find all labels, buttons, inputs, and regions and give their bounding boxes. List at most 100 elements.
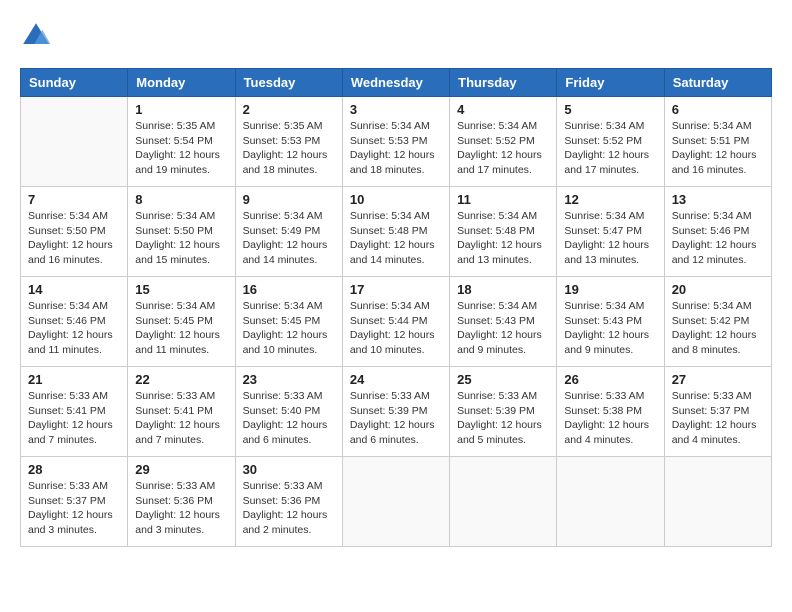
day-number: 10: [350, 192, 442, 207]
calendar-week-4: 28Sunrise: 5:33 AMSunset: 5:37 PMDayligh…: [21, 457, 772, 547]
day-number: 3: [350, 102, 442, 117]
day-info: Sunrise: 5:35 AMSunset: 5:54 PMDaylight:…: [135, 119, 227, 178]
day-number: 5: [564, 102, 656, 117]
day-info: Sunrise: 5:34 AMSunset: 5:46 PMDaylight:…: [28, 299, 120, 358]
column-header-friday: Friday: [557, 69, 664, 97]
calendar-cell: 16 Sunrise: 5:34 AMSunset: 5:45 PMDayligh…: [235, 277, 342, 367]
calendar-body: 1 Sunrise: 5:35 AMSunset: 5:54 PMDaylight…: [21, 97, 772, 547]
day-info: Sunrise: 5:34 AMSunset: 5:51 PMDaylight:…: [672, 119, 764, 178]
day-info: Sunrise: 5:33 AMSunset: 5:38 PMDaylight:…: [564, 389, 656, 448]
column-header-sunday: Sunday: [21, 69, 128, 97]
day-info: Sunrise: 5:34 AMSunset: 5:47 PMDaylight:…: [564, 209, 656, 268]
day-info: Sunrise: 5:33 AMSunset: 5:39 PMDaylight:…: [457, 389, 549, 448]
calendar-cell: 9 Sunrise: 5:34 AMSunset: 5:49 PMDaylight…: [235, 187, 342, 277]
calendar-cell: 7Sunrise: 5:34 AMSunset: 5:50 PMDaylight…: [21, 187, 128, 277]
day-number: 20: [672, 282, 764, 297]
calendar-cell: 28Sunrise: 5:33 AMSunset: 5:37 PMDayligh…: [21, 457, 128, 547]
calendar-cell: 5Sunrise: 5:34 AMSunset: 5:52 PMDaylight…: [557, 97, 664, 187]
day-info: Sunrise: 5:33 AMSunset: 5:41 PMDaylight:…: [28, 389, 120, 448]
column-header-tuesday: Tuesday: [235, 69, 342, 97]
day-number: 7: [28, 192, 120, 207]
day-number: 16: [243, 282, 335, 297]
calendar-cell: [557, 457, 664, 547]
day-number: 17: [350, 282, 442, 297]
calendar-cell: 23 Sunrise: 5:33 AMSunset: 5:40 PMDayligh…: [235, 367, 342, 457]
logo-icon: [20, 20, 52, 52]
day-info: Sunrise: 5:34 AMSunset: 5:46 PMDaylight:…: [672, 209, 764, 268]
day-number: 4: [457, 102, 549, 117]
day-info: Sunrise: 5:35 AMSunset: 5:53 PMDaylight:…: [243, 119, 335, 178]
day-number: 26: [564, 372, 656, 387]
day-info: Sunrise: 5:34 AMSunset: 5:45 PMDaylight:…: [135, 299, 227, 358]
calendar-cell: [664, 457, 771, 547]
day-info: Sunrise: 5:33 AMSunset: 5:36 PMDaylight:…: [135, 479, 227, 538]
calendar-week-1: 7 Sunrise: 5:34 AMSunset: 5:50 PMDaylight…: [21, 187, 772, 277]
day-number: 15: [135, 282, 227, 297]
calendar-week-2: 14 Sunrise: 5:34 AMSunset: 5:46 PMDayligh…: [21, 277, 772, 367]
calendar-cell: 13 Sunrise: 5:34 AMSunset: 5:46 PMDayligh…: [664, 187, 771, 277]
calendar-cell: 1 Sunrise: 5:35 AMSunset: 5:54 PMDaylight…: [128, 97, 235, 187]
calendar-cell: 25 Sunrise: 5:33 AMSunset: 5:39 PMDayligh…: [450, 367, 557, 457]
day-number: 18: [457, 282, 549, 297]
day-number: 24: [350, 372, 442, 387]
day-info: Sunrise: 5:34 AMSunset: 5:43 PMDaylight:…: [564, 299, 656, 358]
day-info: Sunrise: 5:34 AMSunset: 5:52 PMDaylight:…: [457, 119, 549, 178]
day-info: Sunrise: 5:33 AMSunset: 5:37 PMDaylight:…: [672, 389, 764, 448]
day-number: 30: [243, 462, 335, 477]
day-number: 13: [672, 192, 764, 207]
calendar-cell: 26 Sunrise: 5:33 AMSunset: 5:38 PMDayligh…: [557, 367, 664, 457]
calendar-cell: [342, 457, 449, 547]
calendar-week-0: 1 Sunrise: 5:35 AMSunset: 5:54 PMDaylight…: [21, 97, 772, 187]
calendar-cell: 4 Sunrise: 5:34 AMSunset: 5:52 PMDaylight…: [450, 97, 557, 187]
calendar-cell: 8 Sunrise: 5:34 AMSunset: 5:50 PMDaylight…: [128, 187, 235, 277]
day-number: 14: [28, 282, 120, 297]
day-info: Sunrise: 5:34 AMSunset: 5:48 PMDaylight:…: [457, 209, 549, 268]
calendar-cell: 12Sunrise: 5:34 AMSunset: 5:47 PMDayligh…: [557, 187, 664, 277]
calendar-cell: 14 Sunrise: 5:34 AMSunset: 5:46 PMDayligh…: [21, 277, 128, 367]
day-number: 25: [457, 372, 549, 387]
day-info: Sunrise: 5:34 AMSunset: 5:44 PMDaylight:…: [350, 299, 442, 358]
calendar-cell: 6Sunrise: 5:34 AMSunset: 5:51 PMDaylight…: [664, 97, 771, 187]
day-number: 8: [135, 192, 227, 207]
day-info: Sunrise: 5:33 AMSunset: 5:37 PMDaylight:…: [28, 479, 120, 538]
calendar-cell: 17 Sunrise: 5:34 AMSunset: 5:44 PMDayligh…: [342, 277, 449, 367]
calendar-cell: 21 Sunrise: 5:33 AMSunset: 5:41 PMDayligh…: [21, 367, 128, 457]
day-number: 21: [28, 372, 120, 387]
day-number: 1: [135, 102, 227, 117]
day-info: Sunrise: 5:34 AMSunset: 5:43 PMDaylight:…: [457, 299, 549, 358]
calendar-cell: 27 Sunrise: 5:33 AMSunset: 5:37 PMDayligh…: [664, 367, 771, 457]
day-info: Sunrise: 5:33 AMSunset: 5:41 PMDaylight:…: [135, 389, 227, 448]
day-info: Sunrise: 5:34 AMSunset: 5:49 PMDaylight:…: [243, 209, 335, 268]
day-info: Sunrise: 5:34 AMSunset: 5:48 PMDaylight:…: [350, 209, 442, 268]
calendar-cell: 22 Sunrise: 5:33 AMSunset: 5:41 PMDayligh…: [128, 367, 235, 457]
calendar-table: SundayMondayTuesdayWednesdayThursdayFrid…: [20, 68, 772, 547]
calendar-cell: 15 Sunrise: 5:34 AMSunset: 5:45 PMDayligh…: [128, 277, 235, 367]
day-number: 19: [564, 282, 656, 297]
day-info: Sunrise: 5:34 AMSunset: 5:42 PMDaylight:…: [672, 299, 764, 358]
day-number: 27: [672, 372, 764, 387]
calendar-cell: 2Sunrise: 5:35 AMSunset: 5:53 PMDaylight…: [235, 97, 342, 187]
calendar-week-3: 21 Sunrise: 5:33 AMSunset: 5:41 PMDayligh…: [21, 367, 772, 457]
day-info: Sunrise: 5:34 AMSunset: 5:50 PMDaylight:…: [135, 209, 227, 268]
calendar-cell: 18 Sunrise: 5:34 AMSunset: 5:43 PMDayligh…: [450, 277, 557, 367]
day-info: Sunrise: 5:33 AMSunset: 5:39 PMDaylight:…: [350, 389, 442, 448]
column-header-thursday: Thursday: [450, 69, 557, 97]
column-header-wednesday: Wednesday: [342, 69, 449, 97]
day-info: Sunrise: 5:33 AMSunset: 5:36 PMDaylight:…: [243, 479, 335, 538]
logo: [20, 20, 56, 52]
day-number: 9: [243, 192, 335, 207]
calendar-cell: [21, 97, 128, 187]
calendar-cell: 10 Sunrise: 5:34 AMSunset: 5:48 PMDayligh…: [342, 187, 449, 277]
calendar-cell: 24 Sunrise: 5:33 AMSunset: 5:39 PMDayligh…: [342, 367, 449, 457]
day-number: 23: [243, 372, 335, 387]
day-number: 11: [457, 192, 549, 207]
day-info: Sunrise: 5:33 AMSunset: 5:40 PMDaylight:…: [243, 389, 335, 448]
calendar-cell: 19 Sunrise: 5:34 AMSunset: 5:43 PMDayligh…: [557, 277, 664, 367]
calendar-cell: [450, 457, 557, 547]
day-number: 22: [135, 372, 227, 387]
calendar-cell: 20 Sunrise: 5:34 AMSunset: 5:42 PMDayligh…: [664, 277, 771, 367]
page-header: [20, 20, 772, 52]
day-info: Sunrise: 5:34 AMSunset: 5:45 PMDaylight:…: [243, 299, 335, 358]
day-info: Sunrise: 5:34 AMSunset: 5:53 PMDaylight:…: [350, 119, 442, 178]
calendar-cell: 29Sunrise: 5:33 AMSunset: 5:36 PMDayligh…: [128, 457, 235, 547]
